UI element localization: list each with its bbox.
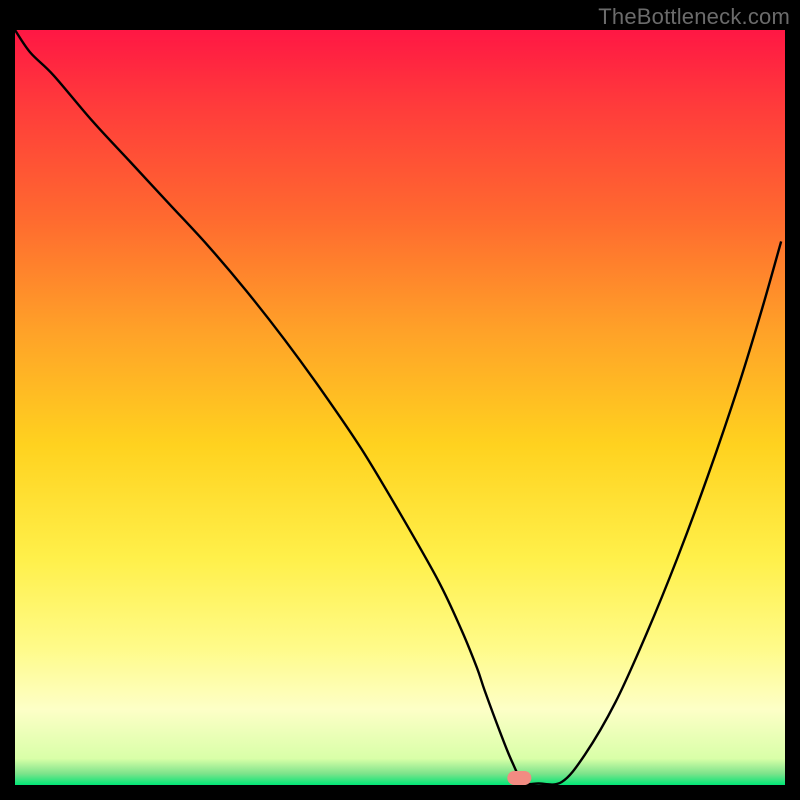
chart-frame: TheBottleneck.com xyxy=(0,0,800,800)
plot-area xyxy=(15,30,785,785)
optimal-marker xyxy=(507,771,531,785)
gradient-background xyxy=(15,30,785,785)
plot-svg xyxy=(15,30,785,785)
watermark-text: TheBottleneck.com xyxy=(598,4,790,30)
